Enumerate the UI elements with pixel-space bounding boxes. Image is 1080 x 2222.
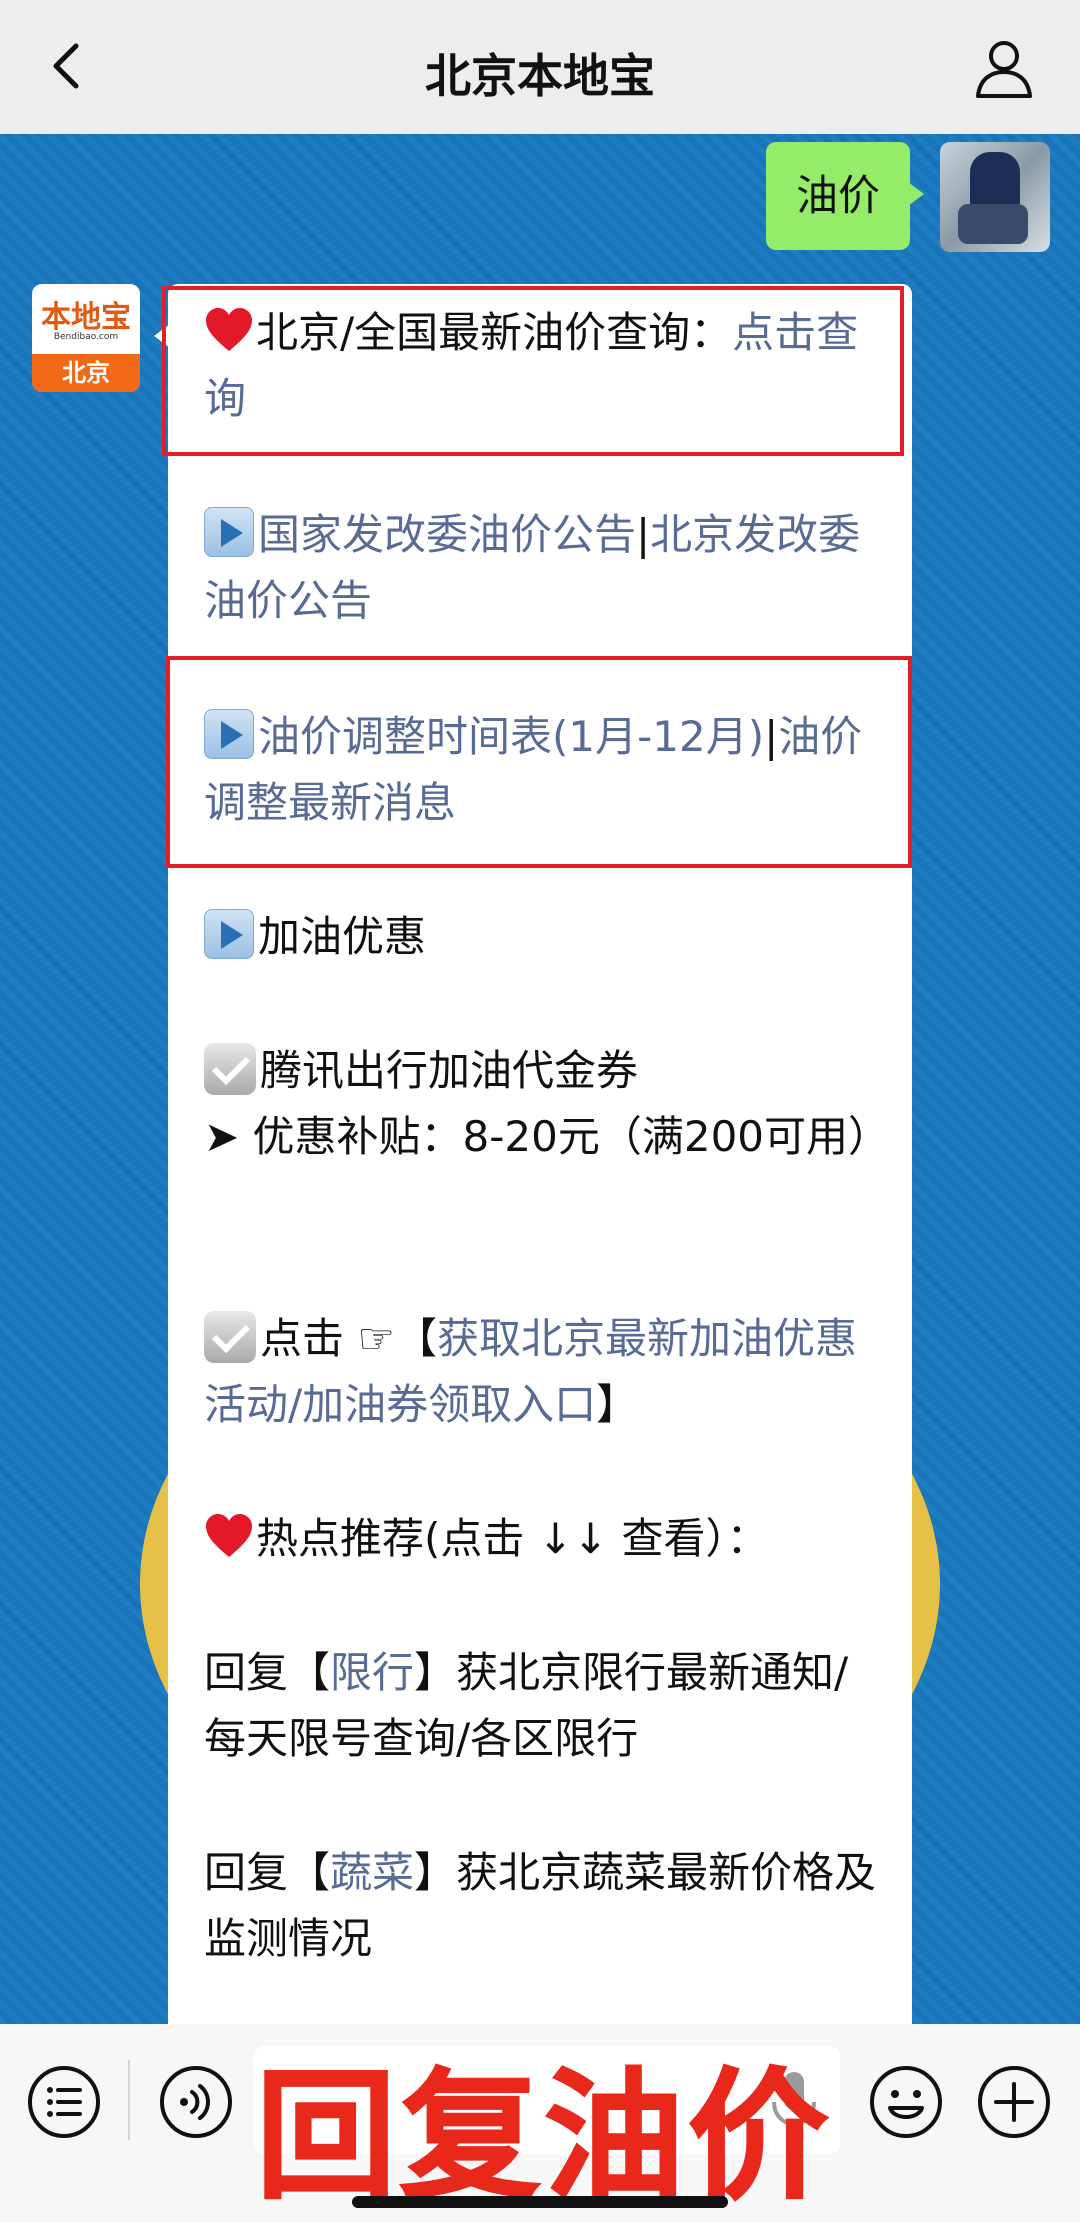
highlight-box-oil-query	[162, 286, 904, 456]
hot-recommend-line: 热点推荐(点击 ↓↓ 查看）：	[204, 1506, 884, 1572]
profile-icon[interactable]	[972, 36, 1036, 100]
vegetable-price-line: 回复【蔬菜】获北京蔬菜最新价格及监测情况	[204, 1840, 884, 1972]
play-icon	[204, 507, 254, 557]
subsidy-line: ➤ 优惠补贴：8-20元（满200可用）	[204, 1112, 891, 1161]
fuel-discount-link[interactable]: 加油优惠	[258, 912, 426, 961]
hot-recommend-text: 热点推荐(点击 ↓↓ 查看）：	[256, 1514, 769, 1563]
my-message-bubble[interactable]: 油价	[765, 142, 925, 250]
menu-list-icon[interactable]	[26, 2064, 102, 2140]
tencent-coupon-line: 腾讯出行加油代金券	[204, 1038, 884, 1104]
check-icon	[204, 1311, 256, 1363]
bottom-input-bar: 回复油价	[0, 2024, 1080, 2222]
discount-activity-line: 点击 ☞【获取北京最新加油优惠活动/加油券领取入口】	[204, 1306, 884, 1438]
vegetable-link[interactable]: 蔬菜	[330, 1848, 414, 1897]
highlight-box-adjust-schedule	[166, 656, 912, 868]
traffic-limit-line: 回复【限行】获北京限行最新通知/每天限号查询/各区限行	[204, 1640, 884, 1772]
page-title: 北京本地宝	[425, 49, 655, 103]
ndrc-notice-line: 国家发改委油价公告|北京发改委油价公告	[204, 502, 884, 634]
bot-avatar[interactable]: 本地宝 Bendibao.com 北京	[32, 284, 140, 392]
reply-oil-price-overlay: 回复油价	[255, 2055, 833, 2220]
play-icon	[204, 909, 254, 959]
heart-icon	[206, 1514, 252, 1557]
reply-prefix: 回复【	[204, 1648, 331, 1697]
plus-icon[interactable]	[976, 2064, 1052, 2140]
home-indicator[interactable]	[352, 2196, 728, 2208]
divider	[128, 2060, 130, 2140]
my-avatar[interactable]	[940, 142, 1050, 252]
tencent-coupon-text: 腾讯出行加油代金券	[260, 1046, 639, 1095]
click-prefix: 点击 ☞【	[260, 1314, 438, 1363]
fuel-discount-line: 加油优惠	[204, 904, 884, 970]
reply-prefix: 回复【	[204, 1848, 331, 1897]
check-icon	[204, 1043, 256, 1095]
separator: |	[636, 510, 651, 559]
avatar-logo-sub: Bendibao.com	[53, 332, 119, 342]
emoji-icon[interactable]	[868, 2064, 944, 2140]
reply-message-bubble: 北京/全国最新油价查询：点击查询 国家发改委油价公告|北京发改委油价公告 油价调…	[154, 284, 912, 2024]
ndrc-notice-link[interactable]: 国家发改委油价公告	[258, 510, 636, 559]
top-bar: 北京本地宝	[0, 0, 1080, 134]
chat-area[interactable]: 油价 本地宝 Bendibao.com 北京 北京/全国最新油价查询：点击查询 …	[0, 134, 1080, 2024]
avatar-logo-text: 本地宝	[41, 300, 131, 335]
voice-icon[interactable]	[158, 2064, 234, 2140]
bracket-suffix: 】	[596, 1380, 639, 1429]
avatar-logo-city: 北京	[32, 354, 140, 392]
traffic-limit-link[interactable]: 限行	[330, 1648, 414, 1697]
